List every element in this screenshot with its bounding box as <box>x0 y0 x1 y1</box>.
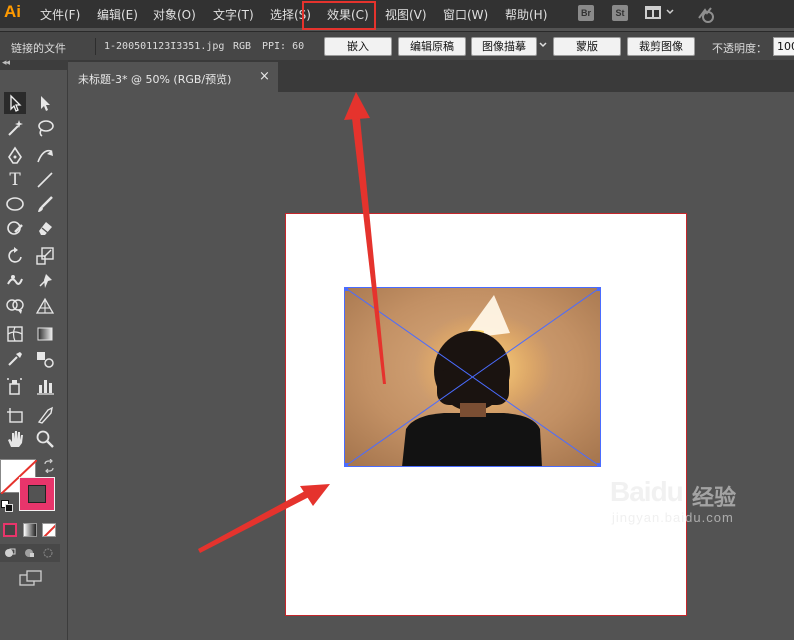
menu-help[interactable]: 帮助(H) <box>505 6 547 23</box>
opacity-input[interactable]: 100 <box>773 37 794 56</box>
canvas[interactable] <box>68 92 794 640</box>
ppi-value: PPI: 60 <box>262 41 305 52</box>
menu-type[interactable]: 文字(T) <box>213 6 254 23</box>
effect-menu-highlight <box>302 1 376 30</box>
shape-builder-tool-icon[interactable] <box>4 295 26 317</box>
bridge-button[interactable]: Br <box>578 5 594 21</box>
line-segment-tool-icon[interactable] <box>34 169 56 191</box>
baidu-watermark: Baidu 经验 jingyan.baidu.com <box>540 476 780 536</box>
eyedropper-tool-icon[interactable] <box>4 348 26 370</box>
default-colors-icon[interactable] <box>1 500 13 512</box>
edit-original-button[interactable]: 编辑原稿 <box>398 37 466 56</box>
curvature-tool-icon[interactable] <box>34 145 56 167</box>
blend-tool-icon[interactable] <box>34 348 56 370</box>
hand-tool-icon[interactable] <box>4 428 26 450</box>
document-tab[interactable]: 未标题-3* @ 50% (RGB/预览) × <box>68 62 278 92</box>
color-mode-button[interactable] <box>3 523 17 537</box>
symbol-sprayer-tool-icon[interactable] <box>4 375 26 397</box>
selection-bounding-box[interactable] <box>344 287 601 467</box>
screen-mode-icon[interactable] <box>19 570 43 588</box>
collapse-icon[interactable]: ◂◂ <box>2 58 10 68</box>
type-tool-icon[interactable]: T <box>4 169 26 191</box>
illustrator-window: Ai 文件(F) 编辑(E) 对象(O) 文字(T) 选择(S) 效果(C) 视… <box>0 0 794 640</box>
draw-behind-icon[interactable] <box>23 547 35 559</box>
app-logo: Ai <box>4 2 21 21</box>
paintbrush-tool-icon[interactable] <box>34 193 56 215</box>
sync-settings-icon[interactable] <box>696 4 716 24</box>
linked-file-name[interactable]: 1-200501123I3351.jpg <box>104 41 224 52</box>
separator <box>95 38 96 55</box>
opacity-label[interactable]: 不透明度： <box>712 40 767 56</box>
zoom-tool-icon[interactable] <box>34 428 56 450</box>
chevron-down-icon[interactable] <box>665 7 675 17</box>
puppet-warp-tool-icon[interactable] <box>34 270 56 292</box>
tools-panel-header[interactable]: ◂◂ <box>0 58 68 70</box>
menu-window[interactable]: 窗口(W) <box>443 6 488 23</box>
scale-tool-icon[interactable] <box>34 245 56 267</box>
mask-button[interactable]: 蒙版 <box>553 37 621 56</box>
draw-normal-icon[interactable] <box>4 547 16 559</box>
warp-tool-icon[interactable] <box>4 270 26 292</box>
ellipse-tool-icon[interactable] <box>4 193 26 215</box>
embed-button[interactable]: 嵌入 <box>324 37 392 56</box>
watermark-brand: Baidu <box>610 476 684 507</box>
image-trace-button[interactable]: 图像描摹 <box>471 37 537 56</box>
shaper-tool-icon[interactable] <box>4 217 26 239</box>
draw-modes <box>0 544 60 562</box>
menu-file[interactable]: 文件(F) <box>40 6 80 23</box>
direct-selection-tool-icon[interactable] <box>34 92 56 114</box>
document-tab-title[interactable]: 未标题-3* @ 50% (RGB/预览) <box>78 71 231 87</box>
watermark-url: jingyan.baidu.com <box>612 510 734 525</box>
none-mode-button[interactable] <box>42 523 56 537</box>
image-trace-dropdown-icon[interactable] <box>539 42 547 48</box>
linked-file-label[interactable]: 链接的文件 <box>11 40 66 56</box>
eraser-tool-icon[interactable] <box>34 217 56 239</box>
lasso-tool-icon[interactable] <box>34 117 56 139</box>
gradient-tool-icon[interactable] <box>34 323 56 345</box>
document-tab-bar: 未标题-3* @ 50% (RGB/预览) × <box>68 60 794 92</box>
menu-object[interactable]: 对象(O) <box>153 6 196 23</box>
arrange-documents-icon[interactable] <box>645 6 661 19</box>
close-icon[interactable]: × <box>259 69 270 84</box>
tools-panel: ◂◂ T <box>0 58 68 640</box>
stock-button[interactable]: St <box>612 5 628 21</box>
color-mode: RGB <box>233 41 252 52</box>
selection-tool-icon[interactable] <box>4 92 26 114</box>
crop-image-button[interactable]: 裁剪图像 <box>627 37 695 56</box>
draw-inside-icon[interactable] <box>42 547 54 559</box>
watermark-product: 经验 <box>692 486 737 511</box>
control-bar: 链接的文件 1-200501123I3351.jpg RGB PPI: 60 嵌… <box>0 31 794 60</box>
slice-tool-icon[interactable] <box>34 404 56 426</box>
stroke-swatch[interactable] <box>19 477 55 511</box>
menu-view[interactable]: 视图(V) <box>385 6 427 23</box>
swap-fill-stroke-icon[interactable] <box>42 459 56 473</box>
menu-edit[interactable]: 编辑(E) <box>97 6 138 23</box>
magic-wand-tool-icon[interactable] <box>4 117 26 139</box>
mesh-tool-icon[interactable] <box>4 323 26 345</box>
rotate-tool-icon[interactable] <box>4 245 26 267</box>
pen-tool-icon[interactable] <box>4 145 26 167</box>
perspective-grid-tool-icon[interactable] <box>34 295 56 317</box>
menu-bar: Ai 文件(F) 编辑(E) 对象(O) 文字(T) 选择(S) 效果(C) 视… <box>0 0 794 30</box>
gradient-mode-button[interactable] <box>23 523 37 537</box>
column-graph-tool-icon[interactable] <box>34 375 56 397</box>
artboard-tool-icon[interactable] <box>4 404 26 426</box>
